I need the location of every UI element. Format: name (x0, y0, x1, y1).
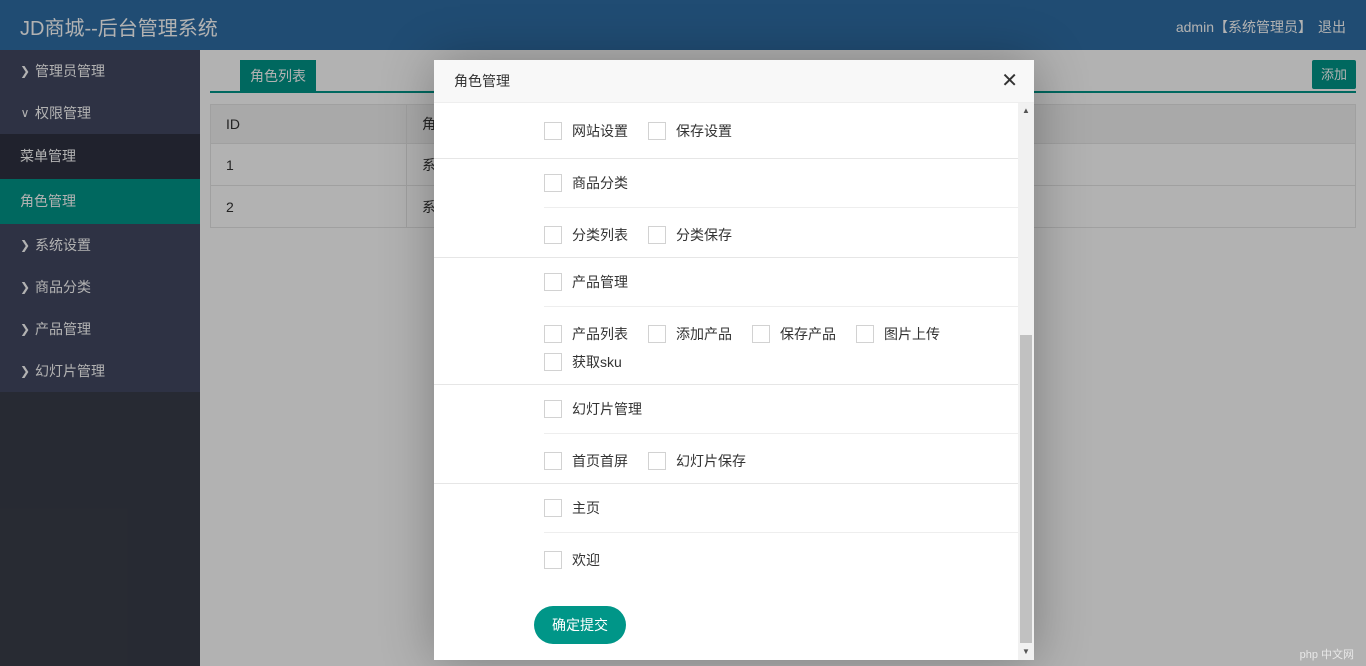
checkbox-box (544, 226, 562, 244)
permission-children: 产品列表 添加产品 保存产品 图片上传 获取sku (434, 307, 974, 384)
permission-checkbox[interactable]: 幻灯片保存 (648, 447, 746, 475)
permission-checkbox[interactable]: 主页 (544, 494, 600, 522)
checkbox-box (544, 273, 562, 291)
permission-checkbox[interactable]: 产品管理 (544, 268, 628, 296)
scroll-up-icon[interactable]: ▲ (1018, 103, 1034, 119)
permission-parent: 产品管理 (544, 258, 1018, 307)
permission-checkbox[interactable]: 保存产品 (752, 320, 836, 348)
checkbox-box (544, 325, 562, 343)
checkbox-box (544, 353, 562, 371)
permission-checkbox[interactable]: 产品列表 (544, 320, 628, 348)
role-modal: 角色管理 ✕ 网站设置 保存设置 商品分类 分类列表 分类保存 产品管理 产品列… (434, 60, 1034, 660)
modal-body: 网站设置 保存设置 商品分类 分类列表 分类保存 产品管理 产品列表 添加产品 … (434, 103, 1018, 660)
checkbox-box (856, 325, 874, 343)
checkbox-box (544, 499, 562, 517)
modal-header: 角色管理 ✕ (434, 60, 1034, 103)
checkbox-box (648, 226, 666, 244)
checkbox-box (544, 400, 562, 418)
permission-checkbox[interactable]: 欢迎 (544, 546, 600, 574)
close-icon[interactable]: ✕ (1001, 60, 1018, 103)
permission-group: 网站设置 保存设置 (434, 103, 1018, 159)
checkbox-box (544, 121, 562, 140)
permission-children: 分类列表 分类保存 (434, 208, 1018, 257)
permission-checkbox[interactable]: 图片上传 (856, 320, 940, 348)
checkbox-box (648, 452, 666, 470)
submit-button[interactable]: 确定提交 (534, 606, 626, 644)
permission-group: 商品分类 分类列表 分类保存 (434, 159, 1018, 258)
checkbox-box (544, 551, 562, 569)
permission-children: 首页首屏 幻灯片保存 (434, 434, 1018, 483)
permission-group: 主页 欢迎 (434, 484, 1018, 582)
permission-checkbox[interactable]: 网站设置 (544, 117, 628, 145)
permission-children: 网站设置 保存设置 (434, 103, 1018, 158)
permission-group: 产品管理 产品列表 添加产品 保存产品 图片上传 获取sku (434, 258, 1018, 385)
checkbox-box (648, 325, 666, 343)
permission-checkbox[interactable]: 首页首屏 (544, 447, 628, 475)
checkbox-box (544, 452, 562, 470)
permission-children: 欢迎 (434, 533, 1018, 582)
permission-checkbox[interactable]: 获取sku (544, 348, 622, 376)
permission-group: 幻灯片管理 首页首屏 幻灯片保存 (434, 385, 1018, 484)
scroll-thumb[interactable] (1020, 335, 1032, 643)
permission-parent: 商品分类 (544, 159, 1018, 208)
permission-checkbox[interactable]: 分类保存 (648, 221, 732, 249)
permission-parent: 幻灯片管理 (544, 385, 1018, 434)
checkbox-box (544, 174, 562, 192)
modal-title: 角色管理 (454, 73, 510, 89)
watermark-logo: php 中文网 (1299, 649, 1354, 661)
modal-scrollbar[interactable]: ▲ ▼ (1018, 103, 1034, 660)
permission-checkbox[interactable]: 商品分类 (544, 169, 628, 197)
permission-checkbox[interactable]: 分类列表 (544, 221, 628, 249)
checkbox-box (648, 121, 666, 140)
scroll-down-icon[interactable]: ▼ (1018, 644, 1034, 660)
permission-checkbox[interactable]: 保存设置 (648, 117, 732, 145)
permission-checkbox[interactable]: 幻灯片管理 (544, 395, 642, 423)
permission-checkbox[interactable]: 添加产品 (648, 320, 732, 348)
permission-parent: 主页 (544, 484, 1018, 533)
checkbox-box (752, 325, 770, 343)
